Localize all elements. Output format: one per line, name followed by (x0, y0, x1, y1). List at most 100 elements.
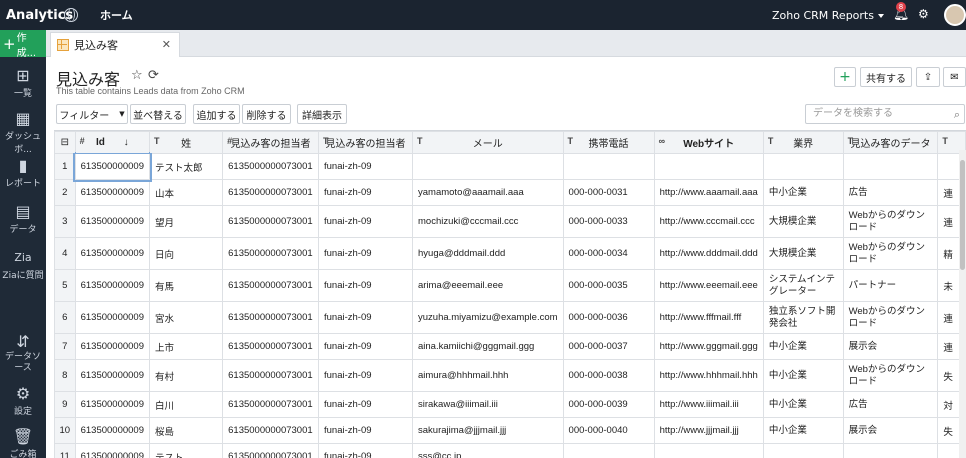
table-cell[interactable]: 000-000-0037 (562, 333, 655, 360)
table-cell[interactable]: http://www.hhhmail.hhh (653, 359, 764, 392)
export-icon[interactable]: ⇪ (916, 67, 940, 87)
table-row[interactable]: 11 613500000009 テスト 6135000000073001 funai-z… (54, 443, 966, 458)
filter-button[interactable]: フィルター ▼ (56, 104, 128, 124)
table-row[interactable]: 6 613500000009 宮水 6135000000073001 funai-zh-… (54, 301, 966, 334)
table-cell[interactable]: 000-000-0040 (562, 417, 655, 444)
table-row[interactable]: 5 613500000009 有馬 6135000000073001 funai-zh-… (54, 269, 966, 302)
table-cell[interactable]: Webからのダウンロード (842, 301, 939, 334)
table-cell[interactable]: 613500000009 (74, 359, 151, 392)
table-cell[interactable] (842, 443, 939, 458)
table-cell[interactable]: Webからのダウンロード (842, 205, 939, 238)
select-all-header[interactable]: ⊟ (54, 131, 76, 154)
table-cell[interactable]: 桜島 (148, 417, 224, 444)
share-button[interactable]: 共有する (860, 67, 912, 87)
table-cell[interactable]: 613500000009 (74, 237, 151, 270)
scrollbar-thumb[interactable] (960, 160, 965, 270)
table-cell[interactable]: パートナー (842, 269, 939, 302)
table-cell[interactable]: funai-zh-09 (318, 237, 413, 270)
table-cell[interactable]: 広告 (842, 179, 939, 206)
star-icon[interactable]: ☆ (131, 68, 143, 83)
column-header[interactable]: T メール (412, 131, 564, 154)
table-cell[interactable]: 山本 (148, 179, 224, 206)
table-cell[interactable]: 000-000-0033 (562, 205, 655, 238)
table-row[interactable]: 3 613500000009 望月 6135000000073001 funai-zh-… (54, 205, 966, 238)
table-cell[interactable]: 000-000-0031 (562, 179, 655, 206)
table-cell[interactable]: http://www.jjjmail.jjj (653, 417, 764, 444)
tab-leads[interactable]: 見込み客 ✕ (50, 32, 180, 57)
table-cell[interactable]: 有村 (148, 359, 224, 392)
table-cell[interactable] (762, 153, 844, 180)
table-cell[interactable]: hyuga@dddmail.ddd (412, 237, 564, 270)
table-cell[interactable]: 6135000000073001 (222, 237, 319, 270)
table-row[interactable]: 8 613500000009 有村 6135000000073001 funai-zh-… (54, 359, 966, 392)
table-cell[interactable]: sirakawa@iiimail.iii (412, 391, 564, 418)
table-cell[interactable]: yamamoto@aaamail.aaa (412, 179, 564, 206)
table-cell[interactable]: http://www.fffmail.fff (653, 301, 764, 334)
table-cell[interactable]: http://www.eeemail.eee (653, 269, 764, 302)
table-cell[interactable]: arima@eeemail.eee (412, 269, 564, 302)
column-header[interactable]: T 業界 (762, 131, 844, 154)
table-cell[interactable] (842, 153, 939, 180)
table-cell[interactable]: 613500000009 (74, 391, 151, 418)
table-cell[interactable]: 上市 (148, 333, 224, 360)
table-cell[interactable]: 6135000000073001 (222, 391, 319, 418)
avatar[interactable] (944, 4, 966, 26)
column-header[interactable]: T 携帯電話 (562, 131, 655, 154)
table-cell[interactable]: 中小企業 (762, 391, 844, 418)
table-cell[interactable] (562, 153, 655, 180)
sort-desc-icon[interactable]: ↓ (121, 137, 129, 148)
add-icon[interactable]: + (834, 67, 856, 87)
table-cell[interactable]: 613500000009 (74, 417, 151, 444)
table-cell[interactable] (653, 443, 764, 458)
home-link[interactable]: ホーム (100, 7, 133, 23)
table-cell[interactable]: funai-zh-09 (318, 153, 413, 180)
table-cell[interactable]: 613500000009 (73, 151, 152, 182)
table-row[interactable]: 4 613500000009 日向 6135000000073001 funai-zh-… (54, 237, 966, 270)
table-cell[interactable]: funai-zh-09 (318, 301, 413, 334)
table-cell[interactable] (653, 153, 764, 180)
column-header[interactable]: T 見込み客の担当者 (318, 131, 413, 154)
table-cell[interactable]: funai-zh-09 (318, 333, 413, 360)
table-cell[interactable]: http://www.gggmail.ggg (653, 333, 764, 360)
table-cell[interactable]: mochizuki@cccmail.ccc (412, 205, 564, 238)
table-cell[interactable]: 展示会 (842, 333, 939, 360)
table-cell[interactable]: 中小企業 (762, 417, 844, 444)
table-cell[interactable]: 613500000009 (74, 301, 151, 334)
table-cell[interactable]: sss@cc.jp (412, 443, 564, 458)
table-cell[interactable]: 613500000009 (74, 179, 151, 206)
table-cell[interactable]: 中小企業 (762, 333, 844, 360)
table-cell[interactable]: 613500000009 (74, 205, 151, 238)
table-cell[interactable]: テスト (148, 443, 224, 458)
table-cell[interactable] (412, 153, 564, 180)
table-cell[interactable]: 000-000-0034 (562, 237, 655, 270)
table-cell[interactable]: 6135000000073001 (222, 443, 319, 458)
close-icon[interactable]: ✕ (162, 38, 171, 51)
table-row[interactable]: 9 613500000009 白川 6135000000073001 funai-zh-… (54, 391, 966, 418)
detail-view-button[interactable]: 詳細表示 (297, 104, 347, 124)
workspace-selector[interactable]: Zoho CRM Reports (772, 9, 884, 22)
search-input[interactable]: データを検索する ⌕ (805, 104, 965, 124)
table-cell[interactable]: 望月 (148, 205, 224, 238)
table-cell[interactable]: 6135000000073001 (222, 179, 319, 206)
nav-item-dashboards[interactable]: ▦ ダッシュボ... (0, 110, 46, 156)
table-cell[interactable]: sakurajima@jjjmail.jjj (412, 417, 564, 444)
table-cell[interactable]: テスト太郎 (148, 153, 224, 180)
table-cell[interactable]: 大規模企業 (762, 205, 844, 238)
table-cell[interactable] (562, 443, 655, 458)
table-cell[interactable]: 独立系ソフト開発会社 (762, 301, 844, 334)
table-cell[interactable]: 6135000000073001 (222, 269, 319, 302)
table-cell[interactable]: 展示会 (842, 417, 939, 444)
delete-button[interactable]: 削除する (242, 104, 291, 124)
table-cell[interactable]: 000-000-0038 (562, 359, 655, 392)
column-header[interactable]: # Id ↓ (74, 131, 151, 154)
table-cell[interactable]: システムインテグレーター (762, 269, 844, 302)
table-cell[interactable]: 宮水 (148, 301, 224, 334)
table-cell[interactable]: funai-zh-09 (318, 179, 413, 206)
table-cell[interactable]: 613500000009 (74, 269, 151, 302)
column-header[interactable]: T 見込み客のデータ (842, 131, 939, 154)
comment-icon[interactable]: ✉ (943, 67, 966, 87)
create-button[interactable]: + 作成... (0, 30, 46, 59)
table-cell[interactable]: 6135000000073001 (222, 153, 319, 180)
add-row-button[interactable]: 追加する (193, 104, 240, 124)
table-cell[interactable]: 大規模企業 (762, 237, 844, 270)
